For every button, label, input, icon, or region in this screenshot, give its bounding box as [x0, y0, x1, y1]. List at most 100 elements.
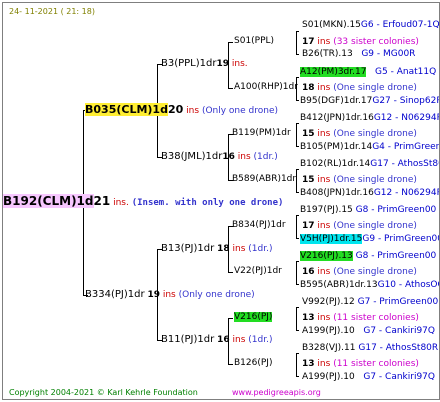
insemination-label: ins	[237, 152, 251, 162]
sire-queen[interactable]: B035(CLM)1d20 ins (Only one drone)	[85, 103, 278, 117]
gen4-entry[interactable]: A199(PJ).10 G7 - Cankiri97Q	[302, 372, 435, 383]
gen2-queen[interactable]: B11(PJ)1dr 16 ins (1dr.)	[161, 334, 272, 346]
queen-name[interactable]: A199(PJ).10	[302, 326, 355, 336]
insemination-note: (One single drone)	[333, 267, 417, 277]
gen4-entry[interactable]: V216(PJ).13 G8 - PrimGreen00	[300, 251, 436, 262]
gen4-entry[interactable]: B26(TR).13 G9 - MG00R	[302, 49, 415, 60]
breeding-info: G4 - PrimGreen00	[372, 142, 439, 152]
gen4-entry[interactable]: B197(PJ).15 G8 - PrimGreen00	[300, 205, 436, 216]
gen4-entry[interactable]: B105(PM)1dr.14G4 - PrimGreen00	[300, 142, 439, 153]
insemination-note: (Only one drone)	[178, 290, 255, 300]
insemination-count: 19	[216, 59, 230, 69]
queen-name[interactable]: B26(TR).13	[302, 49, 353, 59]
tree-connector	[228, 272, 233, 273]
insemination-count: 21	[93, 194, 111, 208]
tree-connector	[228, 42, 233, 43]
queen-name[interactable]: B105(PM)1dr.14	[300, 142, 372, 152]
breeding-info: G5 - Anat11Q	[375, 67, 437, 77]
queen-name[interactable]: B412(JPN)1dr.16	[300, 113, 374, 123]
queen-name[interactable]: B102(RL)1dr.14	[300, 159, 370, 169]
gen3-queen[interactable]: A100(RHP)1dr	[234, 82, 298, 93]
queen-name[interactable]: A199(PJ).10	[302, 372, 355, 382]
gen4-entry[interactable]: B412(JPN)1dr.16G12 - N06294R	[300, 113, 439, 124]
gen3-queen[interactable]: V22(PJ)1dr	[234, 266, 282, 277]
insemination-label: ins	[232, 244, 246, 254]
gen2-queen[interactable]: B13(PJ)1dr 18 ins (1dr.)	[161, 243, 272, 255]
gen4-entry[interactable]: A199(PJ).10 G7 - Cankiri97Q	[302, 326, 435, 337]
queen-name[interactable]: V992(PJ).12	[302, 297, 355, 307]
queen-name[interactable]: B408(JPN)1dr.16	[300, 188, 374, 198]
gen3-queen[interactable]: B126(PJ)	[234, 358, 272, 369]
breeding-info: G27 - Sinop62R	[372, 96, 440, 106]
gen4-entry[interactable]: A12(PM)3dr.17 G5 - Anat11Q	[300, 67, 436, 78]
insemination-count: 13	[302, 359, 315, 369]
dam-queen[interactable]: B334(PJ)1dr 19 ins (Only one drone)	[85, 289, 255, 301]
root-queen[interactable]: B192(CLM)1d21 ins. (Insem. with only one…	[3, 194, 283, 209]
insemination-count: 18	[217, 244, 230, 254]
insemination-note: (11 sister colonies)	[333, 359, 419, 369]
gen3-queen[interactable]: S01(PPL)	[234, 36, 274, 47]
insemination-count: 17	[302, 37, 315, 47]
insemination-info: 13 ins (11 sister colonies)	[302, 359, 419, 370]
gen4-entry[interactable]: V992(PJ).12 G7 - PrimGreen00	[302, 297, 438, 308]
gen3-queen[interactable]: B589(ABR)1dr	[232, 174, 296, 185]
queen-name[interactable]: B192(CLM)1d	[3, 194, 94, 208]
gen4-entry[interactable]: S01(MKN).15G6 - Erfoud07-1Q	[302, 20, 439, 31]
gen4-entry[interactable]: V5H(PJ)1dr.15G9 - PrimGreen00	[300, 234, 439, 245]
queen-name[interactable]: S01(MKN).15	[302, 20, 361, 30]
insemination-label: ins	[186, 106, 200, 116]
gen4-entry[interactable]: B408(JPN)1dr.16G12 - N06294R	[300, 188, 439, 199]
insemination-info: 17 ins (33 sister colonies)	[302, 37, 419, 47]
queen-name[interactable]: B197(PJ).15	[300, 205, 353, 215]
gen3-queen[interactable]: B119(PM)1dr	[232, 128, 291, 139]
insemination-label: ins	[317, 313, 331, 323]
queen-name[interactable]: B95(DGF)1dr.17	[300, 96, 372, 106]
gen4-entry[interactable]: B328(VJ).11 G17 - AthosSt80R	[302, 343, 438, 354]
queen-name[interactable]: V216(PJ).13	[300, 251, 353, 261]
gen4-entry[interactable]: B102(RL)1dr.14G17 - AthosSt80R	[300, 159, 439, 170]
insemination-label: ins	[317, 359, 331, 369]
gen2-queen[interactable]: B38(JML)1dr16 ins (1dr.)	[161, 151, 278, 163]
insemination-label: ins.	[113, 198, 129, 208]
gen4-entry[interactable]: B595(ABR)1dr.13G10 - AthosOOR	[300, 280, 439, 291]
tree-connector	[296, 146, 299, 147]
queen-name[interactable]: A12(PM)3dr.17	[300, 67, 367, 77]
queen-name[interactable]: V5H(PJ)1dr.15	[300, 234, 363, 244]
gen3-queen[interactable]: V216(PJ)	[234, 312, 273, 323]
site-link[interactable]: www.pedigreeapis.org	[232, 387, 321, 398]
queen-name[interactable]: V216(PJ)	[234, 312, 273, 322]
gen2-queen[interactable]: B3(PPL)1dr19 ins.	[161, 58, 248, 70]
tree-connector	[296, 123, 297, 146]
breeding-info: G7 - Cankiri97Q	[363, 326, 435, 336]
queen-name[interactable]: B328(VJ).11	[302, 343, 356, 353]
insemination-label: ins	[317, 129, 331, 139]
insemination-info: 15 ins (One single drone)	[302, 129, 417, 140]
queen-name[interactable]: B126(PJ)	[234, 358, 272, 368]
queen-name[interactable]: B13(PJ)1dr	[161, 243, 214, 254]
queen-name[interactable]: B3(PPL)1dr	[161, 58, 216, 69]
queen-name[interactable]: V22(PJ)1dr	[234, 266, 282, 276]
insemination-count: 15	[302, 129, 315, 139]
tree-connector	[296, 123, 299, 124]
gen3-queen[interactable]: B834(PJ)1dr	[232, 220, 286, 231]
tree-connector	[228, 318, 233, 319]
tree-connector	[296, 192, 299, 193]
queen-name[interactable]: B334(PJ)1dr	[85, 289, 145, 300]
queen-name[interactable]: B834(PJ)1dr	[232, 220, 286, 230]
queen-name[interactable]: B119(PM)1dr	[232, 128, 291, 138]
insemination-count: 19	[147, 290, 160, 300]
queen-name[interactable]: A100(RHP)1dr	[234, 82, 298, 92]
tree-connector	[296, 353, 297, 376]
queen-name[interactable]: B11(PJ)1dr	[161, 334, 214, 345]
breeding-info: G7 - Cankiri97Q	[363, 372, 435, 382]
gen4-entry[interactable]: B95(DGF)1dr.17G27 - Sinop62R	[300, 96, 440, 107]
insemination-note: (One single drone)	[333, 175, 417, 185]
queen-name[interactable]: B035(CLM)1d	[85, 103, 168, 116]
queen-name[interactable]: B38(JML)1dr	[161, 151, 222, 162]
copyright: Copyright 2004-2021 © Karl Kehrle Founda…	[9, 388, 198, 397]
queen-name[interactable]: B589(ABR)1dr	[232, 174, 296, 184]
queen-name[interactable]: S01(PPL)	[234, 36, 274, 46]
queen-name[interactable]: B595(ABR)1dr.13	[300, 280, 378, 290]
breeding-info: G7 - PrimGreen00	[357, 297, 439, 307]
breeding-info: G17 - AthosSt80R	[358, 343, 439, 353]
